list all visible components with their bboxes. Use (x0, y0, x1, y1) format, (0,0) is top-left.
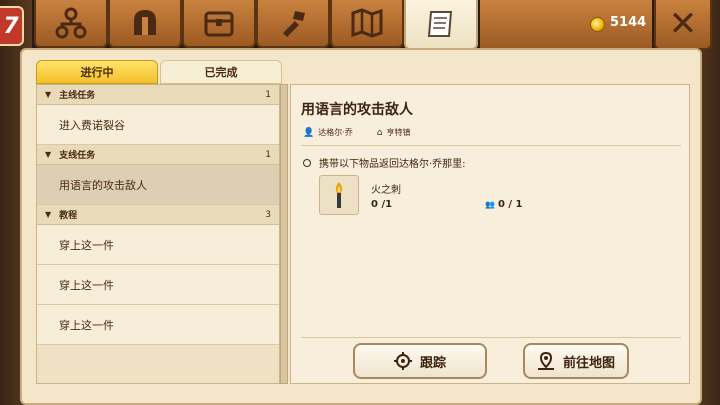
person-icon: 👤 (303, 127, 315, 138)
close-button[interactable]: ✕ (654, 0, 712, 50)
category-count: 3 (265, 209, 271, 220)
quest-item[interactable]: 穿上这一件 (37, 225, 279, 265)
tab-map[interactable] (330, 0, 404, 48)
category-tutorial[interactable]: ▼ 教程 3 (37, 205, 279, 225)
quest-objective: 携带以下物品返回达格尔·乔那里: (303, 155, 466, 170)
category-side[interactable]: ▼ 支线任务 1 (37, 145, 279, 165)
category-label: 教程 (59, 211, 78, 221)
tab-skills[interactable] (34, 0, 108, 48)
category-count: 1 (265, 149, 271, 160)
gold-amount: 5144 (610, 15, 647, 30)
collapse-arrow-icon: ▼ (45, 210, 52, 219)
divider (301, 337, 681, 338)
reward-item-name: 火之刺 (371, 185, 401, 196)
collapse-arrow-icon: ▼ (45, 150, 52, 159)
tab-in-progress[interactable]: 进行中 (36, 60, 158, 84)
quest-list: ▼ 主线任务 1 进入费诺裂谷 ▼ 支线任务 1 用语言的攻击敌人 ▼ 教程 3… (36, 84, 280, 384)
quest-giver: 达格尔·乔 (318, 128, 353, 137)
tab-crafting[interactable] (256, 0, 330, 48)
quest-item[interactable]: 进入费诺裂谷 (37, 105, 279, 145)
level-badge: 7 (0, 6, 24, 46)
collapse-arrow-icon: ▼ (45, 90, 52, 99)
torch-icon (335, 182, 343, 208)
category-count: 1 (265, 89, 271, 100)
quest-item[interactable]: 穿上这一件 (37, 305, 279, 345)
map-icon (351, 8, 383, 38)
quest-title: 用语言的攻击敌人 (301, 102, 413, 118)
quest-panel: 进行中 已完成 ▼ 主线任务 1 进入费诺裂谷 ▼ 支线任务 1 用语言的攻击敌… (20, 48, 702, 405)
quest-item[interactable]: 穿上这一件 (37, 265, 279, 305)
currency-display: 5144 (480, 0, 652, 50)
goto-map-button[interactable]: 前往地图 (523, 343, 629, 379)
reward-item-slot[interactable] (319, 175, 359, 215)
quest-location: 亨特镇 (386, 128, 411, 137)
party-qty: 👥 0 / 1 (485, 199, 523, 210)
location-icon: ⌂ (376, 127, 383, 138)
category-label: 主线任务 (59, 91, 96, 101)
goto-map-label: 前往地图 (562, 355, 615, 371)
chest-icon (204, 11, 234, 37)
skill-tree-icon (55, 7, 87, 39)
tab-quests[interactable] (404, 0, 478, 50)
helmet-icon (134, 10, 156, 35)
quest-item-selected[interactable]: 用语言的攻击敌人 (37, 165, 279, 205)
map-pin-icon (537, 352, 554, 370)
target-icon (393, 352, 412, 370)
reward-item-qty: 0 /1 (371, 199, 393, 210)
objective-status-icon (303, 158, 311, 167)
tab-inventory[interactable] (182, 0, 256, 48)
objective-text: 携带以下物品返回达格尔·乔那里: (319, 159, 466, 170)
category-label: 支线任务 (59, 151, 96, 161)
track-label: 跟踪 (419, 355, 446, 371)
tab-equipment[interactable] (108, 0, 182, 48)
quest-meta: 👤 达格尔·乔 ⌂ 亨特镇 (303, 127, 434, 138)
gold-coin-icon (590, 17, 605, 32)
party-icon: 👥 (485, 200, 495, 209)
category-main[interactable]: ▼ 主线任务 1 (37, 85, 279, 105)
quest-list-scrollbar[interactable] (280, 84, 288, 384)
crafting-icon (283, 11, 305, 37)
quest-subtabs: 进行中 已完成 (36, 60, 284, 84)
tab-completed[interactable]: 已完成 (160, 60, 282, 84)
track-button[interactable]: 跟踪 (353, 343, 487, 379)
party-qty-value: 0 / 1 (497, 199, 523, 210)
quest-detail: 用语言的攻击敌人 👤 达格尔·乔 ⌂ 亨特镇 携带以下物品返回达格尔·乔那里: … (290, 84, 690, 384)
quest-scroll-icon (427, 11, 453, 37)
divider (301, 145, 681, 146)
